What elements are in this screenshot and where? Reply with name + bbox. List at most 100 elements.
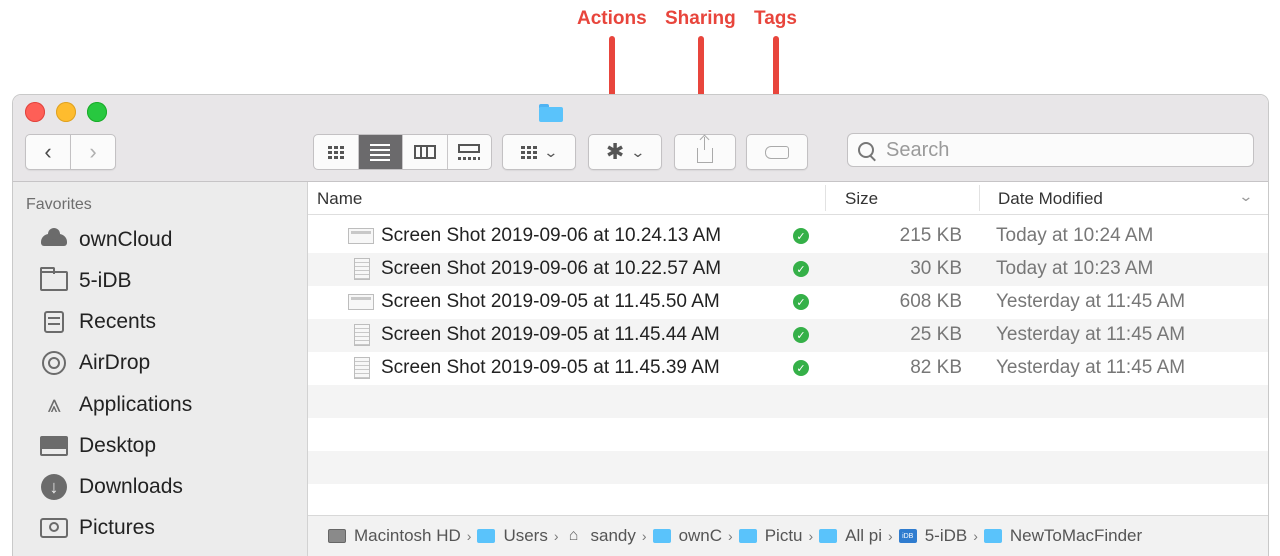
folder-icon [738, 529, 757, 543]
hard-drive-icon [328, 529, 346, 543]
back-button[interactable]: ‹ [25, 134, 70, 170]
path-item-macintosh-hd[interactable]: Macintosh HD › [328, 526, 477, 546]
recents-icon [39, 310, 69, 334]
file-name: Screen Shot 2019-09-06 at 10.24.13 AM [381, 225, 722, 246]
file-size: 25 KB [910, 324, 962, 345]
zoom-button[interactable] [87, 102, 107, 122]
path-separator-icon: › [973, 528, 978, 544]
sidebar-item-pictures[interactable]: Pictures [39, 511, 155, 545]
file-row[interactable]: Screen Shot 2019-09-06 at 10.24.13 AM ✓ … [308, 220, 1268, 253]
search-field[interactable] [847, 133, 1254, 167]
minimize-button[interactable] [56, 102, 76, 122]
sync-ok-icon: ✓ [793, 294, 809, 310]
column-name-header[interactable]: Name [317, 189, 362, 209]
sidebar-item-applications[interactable]: ⩓ Applications [39, 388, 192, 422]
path-item-owncloud[interactable]: ownC › [652, 526, 739, 546]
search-icon [858, 142, 874, 158]
close-button[interactable] [25, 102, 45, 122]
sync-ok-icon: ✓ [793, 261, 809, 277]
file-name: Screen Shot 2019-09-06 at 10.22.57 AM [381, 258, 722, 279]
sort-chevron-icon[interactable]: ⌄ [1239, 188, 1254, 205]
icon-view-button[interactable] [314, 135, 359, 169]
sidebar-item-5-idb[interactable]: 5-iDB [39, 264, 132, 298]
column-date-header[interactable]: Date Modified [998, 189, 1103, 209]
file-date: Today at 10:24 AM [996, 225, 1154, 246]
applications-icon: ⩓ [47, 391, 61, 418]
gallery-icon [458, 144, 481, 160]
file-date: Yesterday at 11:45 AM [996, 324, 1186, 345]
path-separator-icon: › [728, 528, 733, 544]
path-item-all-pictures[interactable]: All pi › [819, 526, 899, 546]
home-icon: ⌂ [568, 527, 579, 544]
empty-row [308, 484, 1268, 517]
file-row[interactable]: Screen Shot 2019-09-05 at 11.45.39 AM ✓ … [308, 352, 1268, 385]
path-separator-icon: › [888, 528, 893, 544]
path-item-users[interactable]: Users › [477, 526, 564, 546]
file-name: Screen Shot 2019-09-05 at 11.45.44 AM [381, 324, 720, 345]
empty-row [308, 451, 1268, 484]
sidebar-item-label: Downloads [79, 475, 183, 498]
path-label: NewToMacFinder [1009, 526, 1143, 545]
list-view-button[interactable] [358, 135, 403, 169]
path-item-sandy[interactable]: ⌂ sandy › [565, 526, 653, 546]
sidebar-item-downloads[interactable]: ↓ Downloads [39, 470, 183, 504]
chevron-down-icon: ⌄ [543, 143, 559, 160]
column-header: Name Size Date Modified ⌄ [308, 182, 1268, 215]
column-view-button[interactable] [403, 135, 448, 169]
share-button[interactable] [674, 134, 736, 170]
tags-button[interactable] [746, 134, 808, 170]
annotation-sharing-label: Sharing [665, 8, 736, 29]
screenshot-file-icon [354, 324, 370, 346]
path-label: Pictu [764, 526, 803, 545]
toolbar: ‹ › ⌄ ✱ ⌄ [13, 95, 1268, 182]
search-input[interactable] [884, 137, 1218, 163]
sidebar-item-owncloud[interactable]: ownCloud [39, 223, 172, 257]
path-label: Macintosh HD [354, 526, 461, 545]
sidebar-item-airdrop[interactable]: AirDrop [39, 346, 150, 380]
path-item-pictures[interactable]: Pictu › [738, 526, 819, 546]
chevron-right-icon: › [89, 139, 97, 164]
path-separator-icon: › [553, 528, 559, 544]
group-by-button[interactable]: ⌄ [502, 134, 576, 170]
columns-icon [413, 145, 436, 159]
file-date: Yesterday at 11:45 AM [996, 357, 1186, 378]
folder-icon [819, 529, 838, 543]
forward-button[interactable]: › [70, 134, 116, 170]
file-row[interactable]: Screen Shot 2019-09-05 at 11.45.44 AM ✓ … [308, 319, 1268, 352]
view-mode-control [313, 134, 492, 170]
folder-icon [39, 267, 69, 293]
airdrop-icon [39, 351, 69, 375]
screenshot-file-icon [354, 258, 370, 280]
path-label: Users [503, 526, 548, 545]
file-name: Screen Shot 2019-09-05 at 11.45.39 AM [381, 357, 720, 378]
path-item-5-idb[interactable]: iDB 5-iDB › [898, 526, 984, 546]
gallery-view-button[interactable] [448, 135, 492, 169]
gear-icon: ✱ [605, 139, 625, 164]
sidebar-item-desktop[interactable]: Desktop [39, 429, 156, 463]
screenshot-file-icon [348, 294, 374, 310]
sidebar-item-label: Recents [79, 310, 157, 333]
share-icon [697, 136, 713, 163]
grid-icon [327, 145, 344, 159]
chevron-left-icon: ‹ [44, 139, 52, 164]
file-row[interactable]: Screen Shot 2019-09-06 at 10.22.57 AM ✓ … [308, 253, 1268, 286]
file-date: Today at 10:23 AM [996, 258, 1154, 279]
path-label: All pi [845, 526, 883, 545]
path-bar: Macintosh HD › Users › ⌂ sandy › ownC › … [308, 515, 1268, 556]
sidebar-heading-favorites: Favorites [26, 196, 92, 213]
path-separator-icon: › [466, 528, 472, 544]
file-row[interactable]: Screen Shot 2019-09-05 at 11.45.50 AM ✓ … [308, 286, 1268, 319]
sidebar-item-recents[interactable]: Recents [39, 305, 156, 339]
sidebar-item-label: Applications [79, 393, 193, 416]
folder-icon [652, 529, 671, 543]
tag-icon [765, 145, 789, 159]
chevron-down-icon: ⌄ [630, 143, 646, 160]
action-button[interactable]: ✱ ⌄ [588, 134, 662, 170]
window-folder-icon [539, 104, 563, 122]
sidebar-item-label: Pictures [79, 516, 155, 539]
path-item-newtomacfinder[interactable]: NewToMacFinder [983, 526, 1143, 546]
list-icon [370, 143, 391, 161]
sync-ok-icon: ✓ [793, 360, 809, 376]
pictures-icon [39, 516, 69, 540]
column-size-header[interactable]: Size [845, 189, 878, 209]
